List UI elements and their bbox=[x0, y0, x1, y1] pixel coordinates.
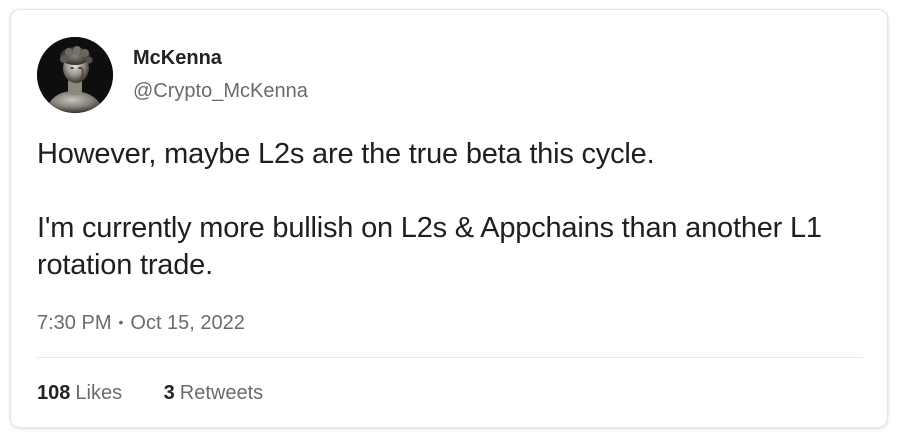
author-handle[interactable]: @Crypto_McKenna bbox=[133, 79, 308, 103]
tweet-timestamp[interactable]: 7:30 PM • Oct 15, 2022 bbox=[37, 310, 245, 335]
separator-dot: • bbox=[118, 314, 124, 330]
retweets-label: Retweets bbox=[179, 382, 264, 404]
tweet-stats: 108 Likes 3 Retweets bbox=[37, 381, 299, 405]
author-name[interactable]: McKenna bbox=[133, 46, 222, 70]
tweet-date: Oct 15, 2022 bbox=[130, 312, 245, 334]
divider bbox=[37, 357, 863, 358]
retweets-stat[interactable]: 3 Retweets bbox=[164, 381, 264, 405]
retweets-count: 3 bbox=[163, 382, 175, 404]
likes-label: Likes bbox=[75, 382, 123, 404]
tweet-card: McKenna @Crypto_McKenna However, maybe L… bbox=[10, 9, 888, 428]
statue-bust-avatar-icon bbox=[37, 37, 113, 113]
tweet-time: 7:30 PM bbox=[37, 312, 112, 334]
likes-stat[interactable]: 108 Likes bbox=[37, 381, 122, 405]
likes-count: 108 bbox=[37, 382, 71, 404]
avatar[interactable] bbox=[37, 37, 113, 113]
tweet-text: However, maybe L2s are the true beta thi… bbox=[37, 138, 822, 281]
